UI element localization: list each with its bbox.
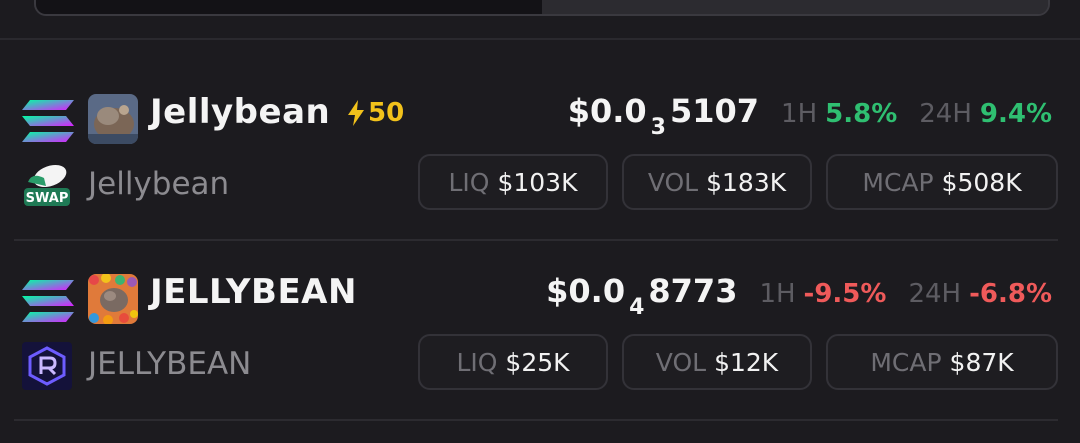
market-cap-label: MCAP: [870, 347, 942, 377]
change-24h-value: -6.8%: [969, 279, 1052, 309]
segmented-control: [34, 0, 1050, 16]
liquidity-value: $103K: [497, 167, 578, 197]
liquidity-pill: LIQ $25K: [418, 334, 608, 390]
change-1h-label: 1H: [781, 99, 818, 129]
stats-group: LIQ $103K VOL $183K MCAP $508K: [404, 154, 1058, 210]
price-prefix: $0.0: [567, 92, 647, 130]
token-name: Jellybean: [150, 92, 331, 132]
row-divider: [14, 419, 1058, 421]
price-block: $0.0 3 5107 1H 5.8% 24H 9.4%: [568, 92, 1052, 140]
price-block: $0.0 4 8773 1H -9.5% 24H -6.8%: [546, 272, 1052, 320]
token-row[interactable]: Jellybean 50 SWAP Jellybean $0.0 3 5107 1H…: [0, 78, 1080, 254]
change-24h-value: 9.4%: [979, 99, 1052, 129]
row-divider: [14, 239, 1058, 241]
token-row[interactable]: JELLYBEAN JELLYBEAN $0.0 4 8773 1H -9.5% 2…: [0, 258, 1080, 434]
market-cap-pill: MCAP $508K: [826, 154, 1058, 210]
volume-label: VOL: [647, 167, 699, 197]
token-name: JELLYBEAN: [150, 272, 357, 312]
tab-right[interactable]: [542, 0, 1048, 14]
change-24h-label: 24H: [908, 279, 962, 309]
swap-icon: SWAP: [24, 164, 70, 206]
liquidity-pill: LIQ $103K: [418, 154, 608, 210]
price-zero-count: 4: [629, 295, 645, 320]
stats-group: LIQ $25K VOL $12K MCAP $87K: [404, 334, 1058, 390]
liquidity-label: LIQ: [456, 347, 498, 377]
tab-left[interactable]: [36, 0, 542, 14]
change-1h-value: 5.8%: [825, 99, 898, 129]
boost-count: 50: [368, 98, 405, 128]
volume-value: $183K: [706, 167, 787, 197]
token-subname: JELLYBEAN: [88, 346, 252, 382]
token-subname: Jellybean: [88, 166, 230, 202]
volume-value: $12K: [714, 347, 779, 377]
volume-pill: VOL $183K: [622, 154, 812, 210]
solana-icon: [22, 100, 74, 142]
market-cap-value: $87K: [949, 347, 1014, 377]
price-zero-count: 3: [650, 115, 666, 140]
price-prefix: $0.0: [546, 272, 626, 310]
volume-pill: VOL $12K: [622, 334, 812, 390]
liquidity-label: LIQ: [448, 167, 490, 197]
price: $0.0 4 8773: [546, 272, 737, 320]
market-cap-label: MCAP: [862, 167, 934, 197]
price-digits: 5107: [669, 92, 760, 130]
token-avatar: [88, 94, 138, 144]
token-avatar: [88, 274, 138, 324]
change-1h-value: -9.5%: [803, 279, 887, 309]
solana-icon: [22, 280, 74, 322]
change-1h-label: 1H: [759, 279, 796, 309]
market-cap-value: $508K: [941, 167, 1022, 197]
top-bar: [0, 0, 1080, 40]
market-cap-pill: MCAP $87K: [826, 334, 1058, 390]
boost-badge[interactable]: 50: [346, 98, 404, 128]
swap-icon-label: SWAP: [26, 191, 69, 206]
price: $0.0 3 5107: [568, 92, 759, 140]
price-digits: 8773: [648, 272, 738, 310]
lightning-icon: [348, 100, 364, 126]
liquidity-value: $25K: [505, 347, 570, 377]
raydium-icon: [22, 342, 72, 390]
volume-label: VOL: [655, 347, 707, 377]
change-24h-label: 24H: [919, 99, 972, 129]
